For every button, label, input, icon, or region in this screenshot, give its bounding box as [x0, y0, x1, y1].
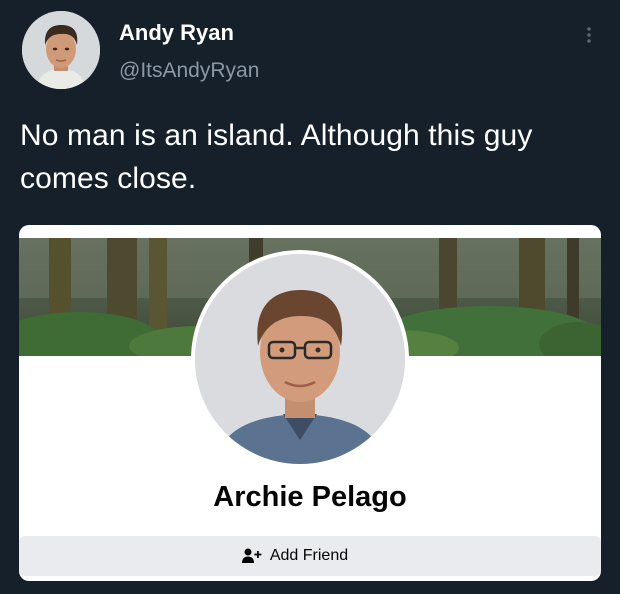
author-avatar[interactable] [22, 11, 100, 89]
more-vertical-icon [587, 27, 591, 43]
add-friend-icon [241, 548, 262, 564]
profile-name[interactable]: Archie Pelago [19, 479, 601, 515]
author-handle[interactable]: @ItsAndyRyan [119, 58, 259, 84]
tweet-text: No man is an island. Although this guy c… [20, 119, 533, 195]
more-options-button[interactable] [578, 20, 600, 50]
man-portrait-image [22, 11, 100, 89]
add-friend-button[interactable]: Add Friend [19, 536, 601, 576]
add-friend-label: Add Friend [269, 547, 349, 564]
author-display-name[interactable]: Andy Ryan [119, 19, 234, 47]
man-with-glasses-portrait-image [195, 254, 405, 464]
profile-card[interactable]: Archie Pelago Add Friend [19, 225, 601, 581]
profile-picture[interactable] [191, 250, 409, 468]
